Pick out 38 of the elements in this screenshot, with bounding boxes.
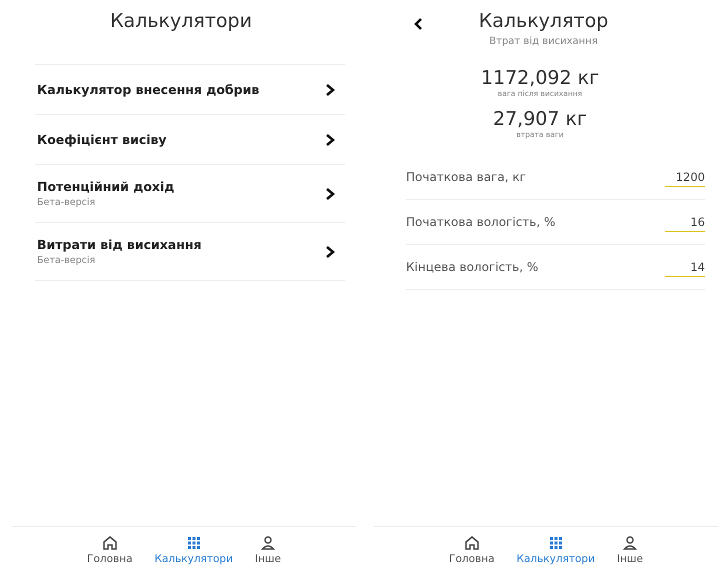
input-field[interactable]: 14 xyxy=(665,258,705,276)
field-label: Початкова вага, кг xyxy=(406,170,526,184)
chevron-right-icon xyxy=(325,246,335,258)
grid-icon xyxy=(186,535,202,551)
calculator-list-item[interactable]: Потенційний дохід Бета-версія xyxy=(35,165,345,223)
result-value: 27,907 кг xyxy=(493,108,587,130)
nav-tab[interactable]: Головна xyxy=(87,535,132,573)
back-icon[interactable] xyxy=(414,18,423,30)
result-value: 1172,092 кг xyxy=(480,67,600,89)
calculator-list-item[interactable]: Коефіцієнт висіву xyxy=(35,115,345,165)
calculator-list-item[interactable]: Витрати від висихання Бета-версія xyxy=(35,223,345,281)
nav-tab[interactable]: Інше xyxy=(616,535,643,573)
nav-tab[interactable]: Інше xyxy=(254,535,281,573)
calculator-list-item[interactable]: Калькулятор внесення добрив xyxy=(35,65,345,115)
chevron-right-icon xyxy=(325,188,335,200)
nav-tab[interactable]: Калькулятори xyxy=(516,535,595,573)
item-subtitle: Бета-версія xyxy=(37,197,96,208)
item-title: Калькулятор внесення добрив xyxy=(37,82,260,97)
field-label: Початкова вологість, % xyxy=(406,215,556,229)
nav-tab[interactable]: Калькулятори xyxy=(154,535,233,573)
field-label: Кінцева вологість, % xyxy=(406,260,538,274)
screen-subtitle: Втрат від висихання xyxy=(489,36,598,47)
chevron-right-icon xyxy=(325,134,335,146)
screen-title: Калькулятор xyxy=(478,10,608,32)
home-icon xyxy=(102,535,118,551)
grid-icon xyxy=(548,535,564,551)
person-icon xyxy=(260,535,276,551)
nav-tab[interactable]: Головна xyxy=(449,535,494,573)
person-icon xyxy=(622,535,638,551)
home-icon xyxy=(464,535,480,551)
item-title: Витрати від висихання xyxy=(37,237,202,252)
input-field[interactable]: 16 xyxy=(665,212,705,232)
item-title: Потенційний дохід xyxy=(37,179,174,194)
input-field[interactable]: 1200 xyxy=(665,168,705,186)
chevron-right-icon xyxy=(325,84,335,96)
screen-title: Калькулятори xyxy=(109,9,253,32)
item-title: Коефіцієнт висіву xyxy=(37,132,167,147)
item-subtitle: Бета-версія xyxy=(37,255,96,266)
